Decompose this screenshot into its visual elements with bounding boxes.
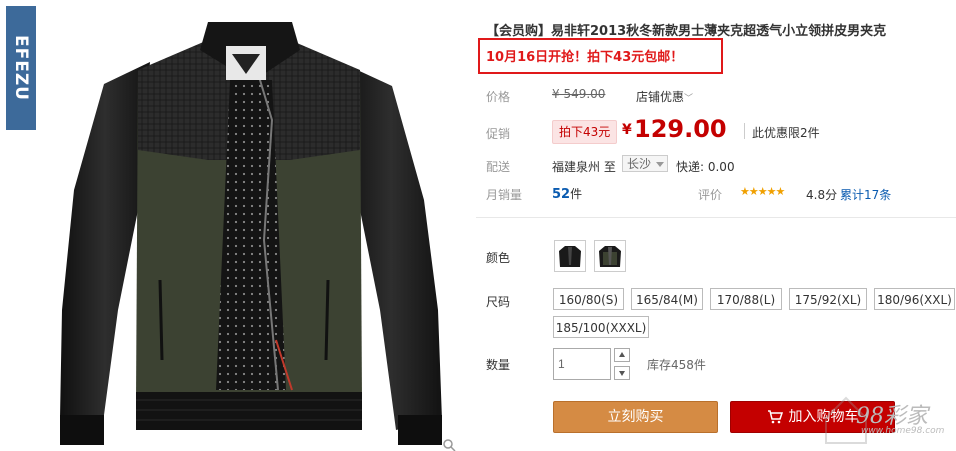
divider bbox=[744, 123, 745, 139]
product-info-panel: 【会员购】易非轩2013秋冬新款男士薄夹克超透气小立领拼皮男夹克 10月16日开… bbox=[476, 0, 956, 451]
original-price: ¥ 549.00 bbox=[552, 87, 606, 101]
size-option[interactable]: 170/88(L) bbox=[710, 288, 782, 310]
size-label: 尺码 bbox=[486, 295, 511, 309]
quantity-label: 数量 bbox=[486, 358, 511, 372]
cart-icon bbox=[767, 410, 783, 424]
color-swatch-2[interactable] bbox=[594, 240, 626, 272]
size-option[interactable]: 175/92(XL) bbox=[789, 288, 867, 310]
sales-unit: 件 bbox=[570, 187, 583, 201]
price-label: 价格 bbox=[486, 90, 511, 104]
quantity-input[interactable] bbox=[553, 348, 611, 380]
ship-from: 福建泉州 至 bbox=[552, 160, 616, 174]
promo-text: 10月16日开抢！拍下43元包邮！ bbox=[486, 50, 684, 65]
section-divider bbox=[476, 217, 956, 218]
rating-label: 评价 bbox=[698, 188, 723, 202]
monthly-sales-label: 月销量 bbox=[486, 188, 523, 202]
promo-label: 促销 bbox=[486, 127, 511, 141]
jacket-thumbnail-icon bbox=[599, 246, 621, 267]
rating-score: 4.8分 bbox=[806, 188, 838, 202]
quantity-increase-button[interactable] bbox=[614, 348, 630, 362]
sale-price: 129.00 bbox=[634, 115, 727, 143]
product-image-area: EFEZU bbox=[0, 0, 470, 451]
monthly-sales-value: 52件 bbox=[552, 185, 582, 202]
jacket-thumbnail-icon bbox=[559, 246, 581, 267]
review-count-link[interactable]: 累计17条 bbox=[840, 186, 891, 203]
sales-count: 52 bbox=[552, 187, 571, 202]
shipping-label: 配送 bbox=[486, 160, 511, 174]
shop-discount-dropdown[interactable]: 店铺优惠﹀ bbox=[636, 88, 693, 105]
limit-text: 此优惠限2件 bbox=[752, 126, 820, 140]
color-label: 颜色 bbox=[486, 251, 511, 265]
currency-symbol: ¥ bbox=[622, 122, 632, 138]
buy-now-button[interactable]: 立刻购买 bbox=[553, 401, 718, 433]
size-option[interactable]: 165/84(M) bbox=[631, 288, 703, 310]
size-option[interactable]: 160/80(S) bbox=[553, 288, 624, 310]
chevron-down-icon: ﹀ bbox=[684, 94, 694, 104]
product-jacket-image[interactable] bbox=[40, 10, 470, 451]
watermark-url: www.home98.com bbox=[861, 426, 945, 436]
color-swatch-1[interactable] bbox=[554, 240, 586, 272]
size-option[interactable]: 180/96(XXL) bbox=[874, 288, 955, 310]
promo-tag-badge: 拍下43元 bbox=[552, 120, 618, 144]
zoom-icon[interactable] bbox=[442, 438, 456, 451]
shop-discount-label: 店铺优惠 bbox=[636, 90, 685, 104]
rating-stars-icon: ★★★★★ bbox=[740, 185, 785, 198]
size-option[interactable]: 185/100(XXXL) bbox=[553, 316, 649, 338]
shipping-fee: 快递: 0.00 bbox=[676, 160, 735, 174]
stock-text: 库存458件 bbox=[647, 358, 706, 372]
brand-logo-text: EFEZU bbox=[11, 35, 31, 101]
quantity-decrease-button[interactable] bbox=[614, 366, 630, 380]
product-title: 【会员购】易非轩2013秋冬新款男士薄夹克超透气小立领拼皮男夹克 bbox=[486, 24, 887, 39]
ship-to-value: 长沙 bbox=[627, 157, 652, 171]
caret-down-icon bbox=[656, 162, 664, 167]
ship-to-select[interactable]: 长沙 bbox=[622, 155, 668, 172]
buy-now-label: 立刻购买 bbox=[607, 409, 664, 425]
